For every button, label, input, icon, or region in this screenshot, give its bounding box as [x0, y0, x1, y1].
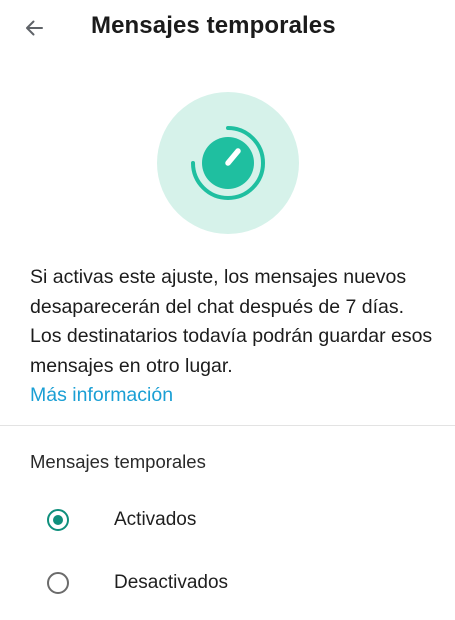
more-info-link[interactable]: Más información	[30, 381, 440, 411]
page-title: Mensajes temporales	[91, 12, 336, 39]
option-activados[interactable]: Activados	[0, 496, 455, 548]
radio-button-unselected[interactable]	[47, 572, 69, 594]
timer-icon	[191, 126, 265, 200]
section-label: Mensajes temporales	[30, 451, 206, 472]
description-text: Si activas este ajuste, los mensajes nue…	[30, 266, 433, 377]
description-block: Si activas este ajuste, los mensajes nue…	[30, 263, 440, 411]
top-app-bar: Mensajes temporales	[0, 0, 455, 56]
back-button[interactable]	[14, 10, 54, 46]
radio-button-selected[interactable]	[47, 509, 69, 531]
option-label: Desactivados	[114, 572, 229, 593]
option-label: Activados	[114, 509, 197, 530]
timer-illustration	[157, 92, 299, 234]
option-desactivados[interactable]: Desactivados	[0, 559, 455, 611]
divider	[0, 425, 455, 426]
arrow-left-icon	[26, 20, 43, 36]
disappearing-messages-screen: Mensajes temporales Si activas este ajus…	[0, 0, 455, 620]
